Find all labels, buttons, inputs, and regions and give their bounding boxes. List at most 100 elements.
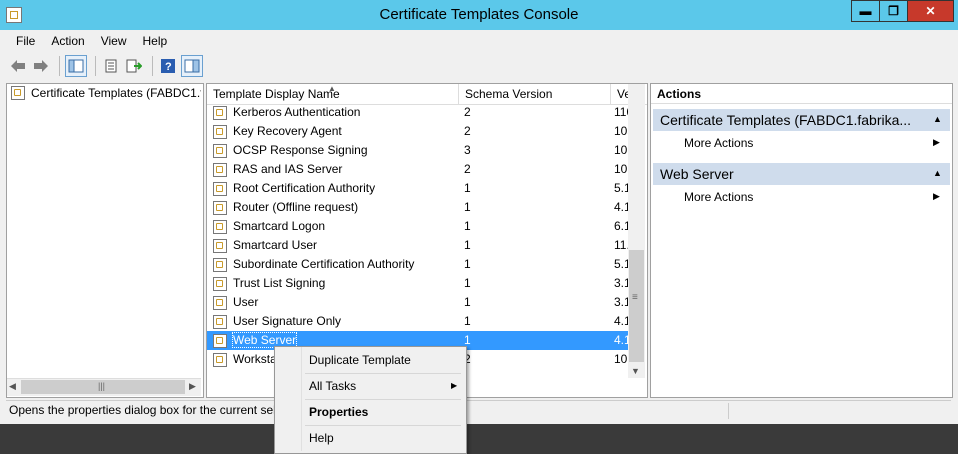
certificate-template-icon [213,314,227,329]
forward-arrow-icon[interactable] [31,56,51,76]
table-row[interactable]: User 1 3.1 [207,293,629,312]
template-name-cell: Trust List Signing [213,274,453,293]
certificate-template-icon [213,143,227,158]
status-divider [728,403,729,419]
schema-version-cell: 1 [464,200,471,214]
menu-separator [305,425,461,426]
action-more-actions-templates[interactable]: More Actions [684,133,944,153]
scroll-down-arrow-icon[interactable]: ▼ [631,366,640,376]
table-row[interactable]: Subordinate Certification Authority 1 5.1 [207,255,629,274]
menu-view[interactable]: View [93,32,135,50]
table-row[interactable]: Kerberos Authentication 2 110 [207,103,629,122]
certificate-template-icon [213,238,227,253]
version-cell: 5.1 [614,257,629,271]
template-name: Smartcard Logon [233,219,326,233]
menu-separator [305,373,461,374]
certificate-template-icon [213,333,227,348]
table-row[interactable]: Trust List Signing 1 3.1 [207,274,629,293]
back-arrow-icon[interactable] [8,56,28,76]
table-row[interactable]: Router (Offline request) 1 4.1 [207,198,629,217]
version-cell: 6.1 [614,219,629,233]
template-name: Subordinate Certification Authority [233,257,415,271]
column-header-label: Template Display Name [213,87,340,101]
menu-item-all-tasks[interactable]: All Tasks [309,375,459,397]
action-section-certificate-templates[interactable]: Certificate Templates (FABDC1.fabrika... [653,109,950,131]
toolbar-separator [152,56,153,76]
version-cell: 11. [614,238,629,252]
toolbar-separator [95,56,96,76]
certificate-template-icon [213,124,227,139]
template-name: Kerberos Authentication [233,105,361,119]
version-cell: 3.1 [614,276,629,290]
version-cell: 4.1 [614,333,629,347]
sort-ascending-icon: ▲ [328,84,336,93]
version-cell: 110 [614,105,629,119]
schema-version-cell: 1 [464,295,471,309]
properties-icon[interactable] [101,56,121,76]
menu-item-duplicate-template[interactable]: Duplicate Template [309,349,411,371]
toolbar: ? [8,53,206,79]
version-cell: 105 [614,124,629,138]
tree-item-certificate-templates[interactable]: Certificate Templates (FABDC1.f [11,86,201,100]
schema-version-cell: 1 [464,181,471,195]
template-name-cell: User [213,293,453,312]
version-cell: 5.1 [614,181,629,195]
template-name-cell: Smartcard User [213,236,453,255]
menu-file[interactable]: File [8,32,43,50]
show-tree-icon[interactable] [65,55,87,77]
table-row[interactable]: User Signature Only 1 4.1 [207,312,629,331]
help-icon[interactable]: ? [158,56,178,76]
list-scroll-thumb[interactable]: ≡ [629,250,644,362]
column-header-schema-version[interactable]: Schema Version [459,84,611,105]
template-name: Web Server [231,332,298,348]
table-row[interactable]: Key Recovery Agent 2 105 [207,122,629,141]
action-more-actions-web-server[interactable]: More Actions [684,187,944,207]
console-tree-pane: Certificate Templates (FABDC1.f [6,83,204,398]
collapse-up-icon[interactable]: ▲ [933,168,942,178]
certificate-template-icon [213,257,227,272]
version-cell: 4.1 [614,314,629,328]
action-item-label: More Actions [684,190,754,204]
show-action-pane-icon[interactable] [181,55,203,77]
action-section-web-server[interactable]: Web Server [653,163,950,185]
menu-item-label: Properties [309,405,369,419]
context-menu: Duplicate Template All Tasks ▶ Propertie… [274,346,467,454]
scroll-grip-icon: ||| [98,381,106,391]
table-row[interactable]: RAS and IAS Server 2 101 [207,160,629,179]
minimize-button[interactable]: ▬ [851,0,880,22]
certificate-template-icon [213,162,227,177]
template-name: OCSP Response Signing [233,143,368,157]
certificate-template-icon [213,276,227,291]
certificate-template-icon [213,295,227,310]
template-name-cell: Root Certification Authority [213,179,453,198]
version-cell: 101 [614,162,629,176]
table-row[interactable]: Root Certification Authority 1 5.1 [207,179,629,198]
scroll-left-arrow-icon[interactable]: ◀ [9,381,16,392]
tree-horizontal-scrollbar[interactable]: ◀ ||| ▶ [7,378,201,396]
tree-item-label: Certificate Templates (FABDC1.f [31,86,201,100]
template-name-cell: Kerberos Authentication [213,103,453,122]
schema-version-cell: 1 [464,219,471,233]
scroll-grip-icon: ≡ [632,292,638,303]
table-row[interactable]: Smartcard User 1 11. [207,236,629,255]
export-list-icon[interactable] [124,56,144,76]
template-name: Root Certification Authority [233,181,376,195]
menu-item-properties[interactable]: Properties [309,401,368,423]
collapse-up-icon[interactable]: ▲ [933,114,942,124]
maximize-button[interactable]: ❐ [879,0,908,22]
certificate-template-icon [213,105,227,120]
template-name: Smartcard User [233,238,318,252]
template-name: RAS and IAS Server [233,162,343,176]
menu-item-label: Help [309,431,334,445]
close-button[interactable]: ✕ [907,0,954,22]
actions-header: Actions [651,84,952,104]
certificate-template-icon [213,200,227,215]
scroll-right-arrow-icon[interactable]: ▶ [189,381,196,392]
table-row[interactable]: OCSP Response Signing 3 101 [207,141,629,160]
table-row[interactable]: Smartcard Logon 1 6.1 [207,217,629,236]
certificate-template-icon [213,352,227,367]
svg-text:?: ? [165,61,172,73]
menu-action[interactable]: Action [43,32,92,50]
menu-item-help[interactable]: Help [309,427,334,449]
menu-help[interactable]: Help [135,32,176,50]
